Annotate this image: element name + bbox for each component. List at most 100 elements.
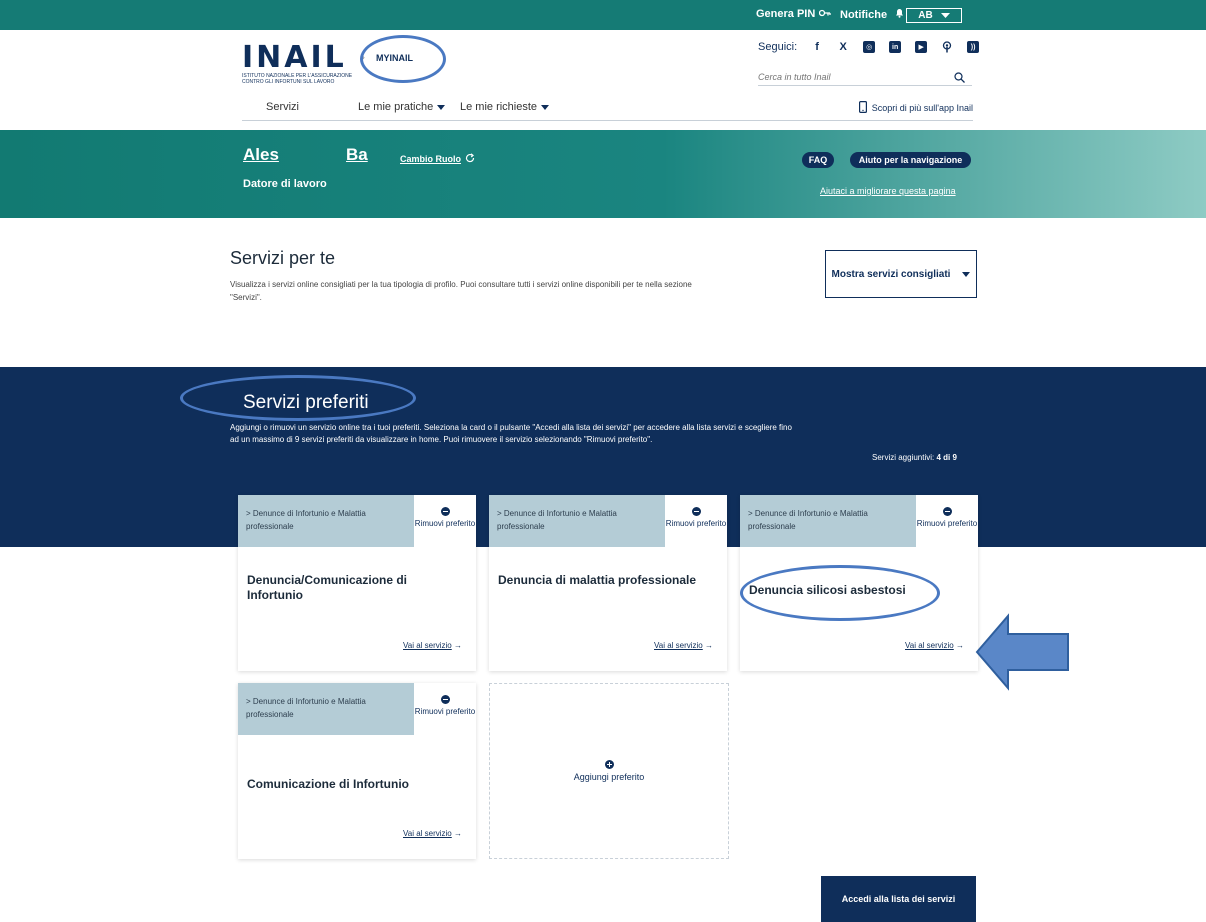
card-category-header: > Denunce di Infortunio e Malattia profe… [489,495,665,547]
arrow-right-icon: → [454,641,462,650]
search-box [758,67,972,86]
search-input[interactable] [758,70,938,84]
mostra-servizi-consigliati-dropdown[interactable]: Mostra servizi consigliati [825,250,977,298]
card-title: Denuncia/Comunicazione di Infortunio [247,573,408,602]
refresh-icon [465,153,475,165]
rimuovi-preferito-button[interactable]: Rimuovi preferito [414,495,476,547]
vai-al-servizio-label: Vai al servizio [403,641,452,650]
minus-circle-icon [691,507,701,516]
nav-divider [242,120,973,121]
notifiche-label: Notifiche [840,8,888,21]
user-initials: AB [918,10,933,21]
smartphone-icon [858,101,867,115]
servizi-preferiti-description: Aggiungi o rimuovi un servizio online tr… [230,423,792,444]
user-first-name[interactable]: Ales [243,145,279,165]
user-role: Datore di lavoro [243,178,327,190]
nav-item-le-mie-pratiche[interactable]: Le mie pratiche [358,101,446,113]
genera-pin-label: Genera PIN [756,8,816,20]
aggiungi-label: Aggiungi preferito [573,772,645,782]
main-nav: Servizi Le mie pratiche Le mie richieste… [242,98,973,118]
faq-button[interactable]: FAQ [802,152,834,168]
card-category: > Denunce di Infortunio e Malattia profe… [246,509,366,531]
annotation-ellipse [360,35,446,83]
nav-item-le-mie-richieste[interactable]: Le mie richieste [460,101,550,113]
nav-item-servizi[interactable]: Servizi [266,101,299,113]
rimuovi-label: Rimuovi preferito [414,519,476,528]
rimuovi-label: Rimuovi preferito [414,707,476,716]
app-inail-link[interactable]: Scopri di più sull'app Inail [858,101,973,115]
card-category-header: > Denunce di Infortunio e Malattia profe… [740,495,916,547]
bell-icon [895,8,904,21]
annotation-ellipse [740,565,940,621]
instagram-icon[interactable]: ◎ [863,41,876,53]
user-last-name[interactable]: Ba [346,145,368,165]
user-menu-select[interactable]: AB [906,8,962,23]
minus-circle-icon [942,507,952,516]
minus-circle-icon [440,695,450,704]
inail-logo[interactable]: INAIL ISTITUTO NAZIONALE PER L'ASSICURAZ… [242,40,374,86]
arrow-right-icon: → [956,641,964,650]
genera-pin-link[interactable]: Genera PIN [756,8,831,20]
vai-al-servizio-link[interactable]: Vai al servizio → [403,829,462,838]
arrow-right-icon: → [705,641,713,650]
logo-text: INAIL [242,40,347,75]
aggiungi-preferito-card[interactable]: Aggiungi preferito [489,683,729,859]
mostra-servizi-label: Mostra servizi consigliati [831,268,951,280]
accedi-lista-servizi-button[interactable]: Accedi alla lista dei servizi [821,876,976,922]
count-label: Servizi aggiuntivi: [872,453,935,462]
logo-subtitle: ISTITUTO NAZIONALE PER L'ASSICURAZIONE C… [242,73,353,85]
podcast-icon[interactable] [941,41,953,53]
card-category-header: > Denunce di Infortunio e Malattia profe… [238,683,414,735]
arrow-right-icon: → [454,829,462,838]
improve-page-link[interactable]: Aiutaci a migliorare questa pagina [820,186,956,196]
youtube-icon[interactable]: ▶ [915,41,928,53]
rimuovi-preferito-button[interactable]: Rimuovi preferito [916,495,978,547]
notifiche-link[interactable]: Notifiche [840,8,904,21]
card-category: > Denunce di Infortunio e Malattia profe… [497,509,617,531]
chevron-down-icon [940,10,950,21]
aiuto-navigazione-button[interactable]: Aiuto per la navigazione [850,152,971,168]
nav-label: Le mie pratiche [358,101,434,113]
card-category: > Denunce di Infortunio e Malattia profe… [748,509,868,531]
caret-down-icon [437,104,446,110]
vai-al-servizio-label: Vai al servizio [403,829,452,838]
top-utility-bar: Genera PIN Notifiche AB [0,0,1206,30]
vai-al-servizio-link[interactable]: Vai al servizio → [654,641,713,650]
user-hero-banner: Ales Ba Cambio Ruolo Datore di lavoro FA… [0,130,1206,218]
card-title: Denuncia di malattia professionale [498,573,697,587]
vai-al-servizio-label: Vai al servizio [905,641,954,650]
card-category-header: > Denunce di Infortunio e Malattia profe… [238,495,414,547]
servizi-count: Servizi aggiuntivi: 4 di 9 [872,453,957,462]
card-category: > Denunce di Infortunio e Malattia profe… [246,697,366,719]
search-icon[interactable] [954,70,966,83]
app-link-label: Scopri di più sull'app Inail [871,103,973,113]
caret-down-icon [541,104,550,110]
vai-al-servizio-link[interactable]: Vai al servizio → [905,641,964,650]
service-card[interactable]: > Denunce di Infortunio e Malattia profe… [489,495,727,671]
facebook-icon[interactable]: f [811,41,823,53]
x-icon[interactable]: X [837,41,849,53]
annotation-ellipse [180,375,416,421]
cambio-ruolo-link[interactable]: Cambio Ruolo [400,153,475,165]
cambio-ruolo-label: Cambio Ruolo [400,154,461,164]
nav-label: Le mie richieste [460,101,538,113]
social-links: Seguici: f X ◎ in ▶ )) [758,41,980,53]
service-card[interactable]: > Denunce di Infortunio e Malattia profe… [238,683,476,859]
vai-al-servizio-label: Vai al servizio [654,641,703,650]
caret-down-icon [962,271,971,277]
count-value: 4 di 9 [936,453,957,462]
plus-circle-icon [604,760,614,769]
key-icon [819,8,831,20]
linkedin-icon[interactable]: in [889,41,902,53]
rimuovi-preferito-button[interactable]: Rimuovi preferito [414,683,476,735]
seguici-label: Seguici: [758,41,798,53]
service-card[interactable]: > Denunce di Infortunio e Malattia profe… [238,495,476,671]
minus-circle-icon [440,507,450,516]
rimuovi-label: Rimuovi preferito [916,519,978,528]
vai-al-servizio-link[interactable]: Vai al servizio → [403,641,462,650]
servizi-per-te-title: Servizi per te [230,248,336,268]
card-title: Comunicazione di Infortunio [247,777,409,791]
rimuovi-preferito-button[interactable]: Rimuovi preferito [665,495,727,547]
rimuovi-label: Rimuovi preferito [665,519,727,528]
rss-icon[interactable]: )) [967,41,980,53]
